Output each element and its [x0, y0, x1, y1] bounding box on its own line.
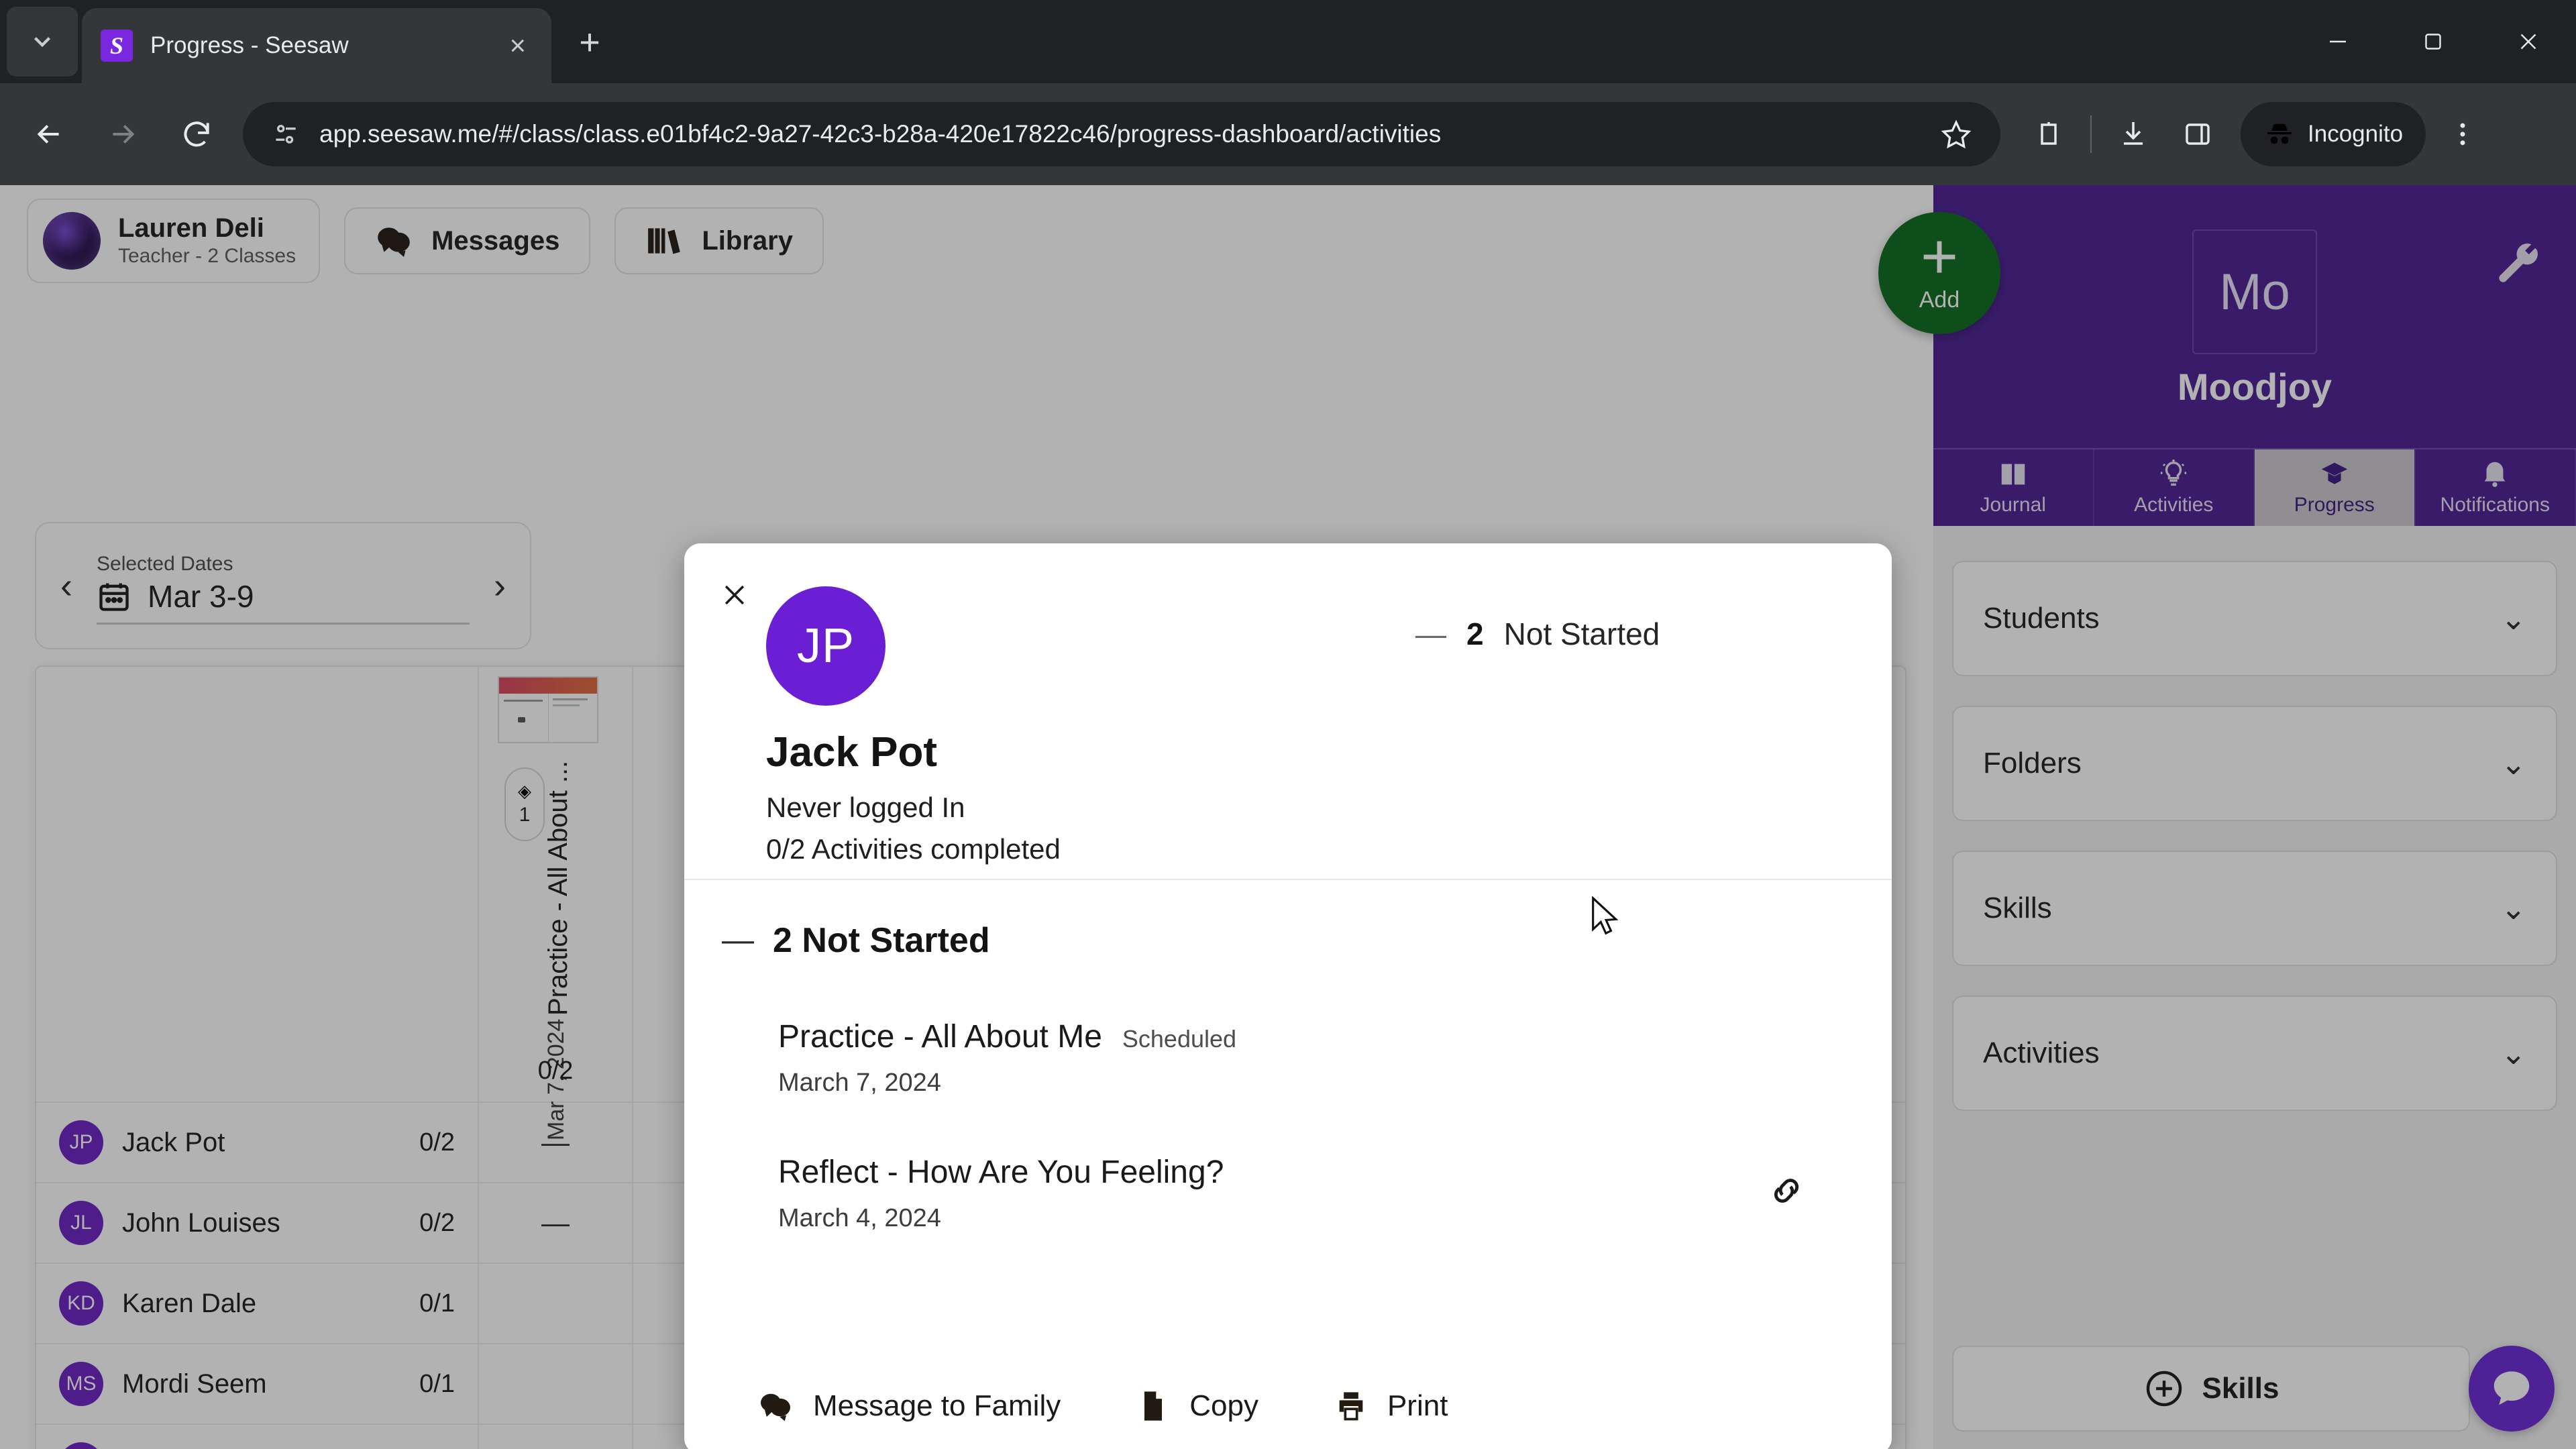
browser-tab[interactable]: S Progress - Seesaw × — [82, 8, 551, 83]
modal-footer: Message to Family Copy Print — [684, 1389, 1892, 1424]
tab-title: Progress - Seesaw — [150, 32, 349, 58]
chat-bubbles-icon — [761, 1393, 790, 1421]
print-label: Print — [1387, 1389, 1448, 1422]
section-title: 2 Not Started — [773, 921, 990, 960]
incognito-label: Incognito — [2308, 121, 2404, 147]
incognito-icon — [2267, 123, 2292, 144]
copy-label: Copy — [1189, 1389, 1258, 1422]
list-item[interactable]: Reflect - How Are You Feeling? March 4, … — [778, 1154, 1851, 1233]
activity-date: March 4, 2024 — [778, 1204, 941, 1232]
site-settings-icon[interactable] — [267, 115, 305, 153]
side-panel-icon[interactable] — [2165, 102, 2230, 166]
toolbar-divider — [2090, 115, 2092, 153]
status-badge: Scheduled — [1122, 1025, 1237, 1053]
forward-icon[interactable] — [86, 97, 160, 171]
url-text: app.seesaw.me/#/class/class.e01bf4c2-9a2… — [319, 120, 1442, 148]
collapse-icon: — — [722, 922, 754, 958]
message-to-family-label: Message to Family — [813, 1389, 1061, 1422]
copy-icon — [1144, 1391, 1164, 1421]
back-icon[interactable] — [12, 97, 86, 171]
print-button[interactable]: Print — [1332, 1389, 1448, 1424]
avatar: JP — [766, 586, 885, 706]
minimize-icon[interactable] — [2290, 0, 2385, 83]
collapse-icon: — — [1415, 616, 1446, 651]
tab-search-chevron-icon[interactable] — [7, 7, 78, 76]
window-controls — [2290, 0, 2576, 83]
browser-menu-icon[interactable] — [2426, 97, 2500, 171]
not-started-section-header[interactable]: — 2 Not Started — [722, 920, 990, 961]
downloads-icon[interactable] — [2101, 102, 2165, 166]
window-close-icon[interactable] — [2481, 0, 2576, 83]
bookmark-star-icon[interactable] — [1936, 114, 1976, 154]
activity-title: Practice - All About Me — [778, 1019, 1102, 1055]
modal-divider — [684, 879, 1892, 880]
printer-icon — [1339, 1392, 1363, 1421]
browser-tab-strip: S Progress - Seesaw × + — [0, 0, 2576, 83]
browser-toolbar: app.seesaw.me/#/class/class.e01bf4c2-9a2… — [0, 83, 2576, 185]
activity-date: March 7, 2024 — [778, 1069, 941, 1097]
modal-header: JP Jack Pot Never logged In 0/2 Activiti… — [684, 543, 1892, 879]
not-started-summary[interactable]: — 2 Not Started — [1415, 616, 1660, 652]
extensions-icon[interactable] — [2017, 102, 2081, 166]
incognito-profile-button[interactable]: Incognito — [2241, 102, 2426, 166]
activities-completed: 0/2 Activities completed — [766, 833, 1061, 865]
activity-title: Reflect - How Are You Feeling? — [778, 1155, 1224, 1190]
not-started-label: Not Started — [1503, 616, 1660, 651]
link-icon[interactable] — [1767, 1171, 1806, 1214]
maximize-icon[interactable] — [2385, 0, 2481, 83]
list-item[interactable]: Practice - All About Me Scheduled March … — [778, 1018, 1851, 1097]
close-icon[interactable]: × — [502, 32, 533, 60]
seesaw-logo-icon: S — [101, 30, 133, 62]
mouse-cursor — [1590, 896, 1621, 941]
copy-button[interactable]: Copy — [1134, 1389, 1258, 1424]
address-bar[interactable]: app.seesaw.me/#/class/class.e01bf4c2-9a2… — [243, 102, 2000, 166]
student-name: Jack Pot — [766, 729, 938, 775]
reload-icon[interactable] — [160, 97, 233, 171]
login-status: Never logged In — [766, 792, 965, 823]
student-progress-modal: JP Jack Pot Never logged In 0/2 Activiti… — [684, 543, 1892, 1449]
page-content: Lauren Deli Teacher - 2 Classes Messages… — [0, 185, 2576, 1449]
not-started-count: 2 — [1466, 616, 1484, 651]
message-to-family-button[interactable]: Message to Family — [758, 1389, 1061, 1424]
new-tab-button[interactable]: + — [569, 24, 610, 66]
